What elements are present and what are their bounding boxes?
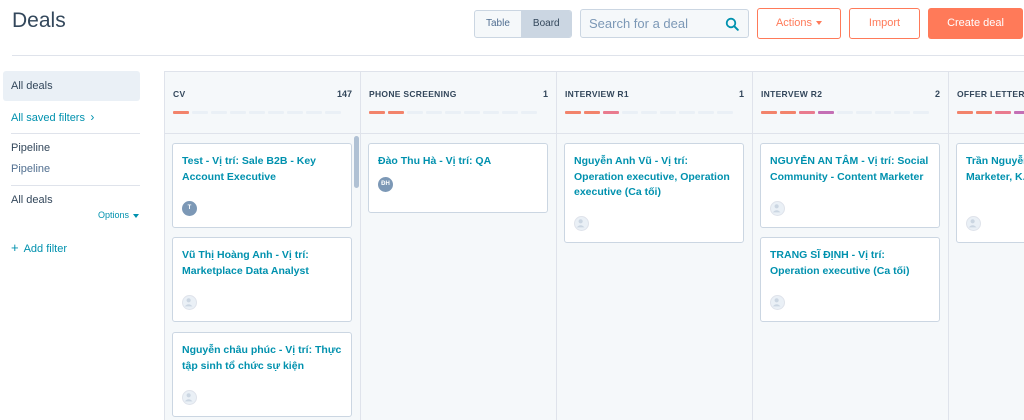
sidebar-item-all-deals[interactable]: All deals bbox=[3, 71, 140, 101]
deal-card[interactable]: Nguyễn châu phúc - Vị trí: Thực tập sinh… bbox=[172, 332, 352, 417]
deal-title[interactable]: Trần Nguyễn... Social Comm... Marketer, … bbox=[966, 154, 1024, 185]
column-scrollbar[interactable] bbox=[354, 136, 359, 188]
board-view-button[interactable]: Board bbox=[520, 11, 571, 37]
search-input[interactable] bbox=[581, 10, 716, 37]
all-saved-filters-link[interactable]: All saved filters › bbox=[11, 110, 94, 124]
deal-title[interactable]: Nguyễn châu phúc - Vị trí: Thực tập sinh… bbox=[182, 343, 342, 374]
board-column-interview-r2: INTERVEW R2 2 NGUYỄN AN TÂM - Vị trí: So… bbox=[753, 72, 949, 420]
search-box[interactable] bbox=[580, 9, 749, 38]
stage-progress-bar bbox=[957, 111, 1024, 114]
user-placeholder-icon bbox=[184, 393, 193, 402]
pipeline-heading: Pipeline bbox=[11, 142, 51, 154]
table-view-button[interactable]: Table bbox=[475, 11, 521, 37]
avatar bbox=[574, 216, 589, 231]
deals-filter-heading: All deals bbox=[11, 194, 53, 206]
column-count: 1 bbox=[738, 89, 744, 99]
avatar: T bbox=[182, 201, 197, 216]
deal-card[interactable]: Trần Nguyễn... Social Comm... Marketer, … bbox=[956, 143, 1024, 243]
stage-progress-bar bbox=[369, 111, 537, 114]
deal-title[interactable]: Nguyễn Anh Vũ - Vị trí: Operation execut… bbox=[574, 154, 734, 201]
avatar bbox=[770, 201, 785, 216]
column-count: 2 bbox=[934, 89, 940, 99]
deal-title[interactable]: NGUYỄN AN TÂM - Vị trí: Social Community… bbox=[770, 154, 930, 185]
stage-progress-bar bbox=[761, 111, 929, 114]
deal-card[interactable]: Test - Vị trí: Sale B2B - Key Account Ex… bbox=[172, 143, 352, 228]
column-count: 147 bbox=[336, 89, 352, 99]
column-header: CV 147 bbox=[165, 72, 360, 134]
avatar bbox=[770, 295, 785, 310]
header-divider bbox=[12, 55, 1024, 56]
chevron-right-icon: › bbox=[86, 110, 95, 124]
stage-progress-bar bbox=[173, 111, 341, 114]
sidebar-divider bbox=[11, 185, 140, 186]
deal-card[interactable]: Nguyễn Anh Vũ - Vị trí: Operation execut… bbox=[564, 143, 744, 243]
avatar: ĐH bbox=[378, 177, 393, 192]
deal-card[interactable]: TRANG SĨ ĐỊNH - Vị trí: Operation execut… bbox=[760, 237, 940, 322]
user-placeholder-icon bbox=[968, 219, 977, 228]
search-icon[interactable] bbox=[725, 17, 739, 31]
board-column-interview-r1: INTERVIEW R1 1 Nguyễn Anh Vũ - Vị trí: O… bbox=[557, 72, 753, 420]
column-title: INTERVEW R2 bbox=[761, 89, 823, 99]
avatar bbox=[182, 295, 197, 310]
deal-title[interactable]: Test - Vị trí: Sale B2B - Key Account Ex… bbox=[182, 154, 342, 185]
caret-down-icon bbox=[133, 213, 139, 218]
user-placeholder-icon bbox=[576, 219, 585, 228]
create-deal-button[interactable]: Create deal bbox=[928, 8, 1023, 39]
import-button[interactable]: Import bbox=[849, 8, 920, 39]
avatar bbox=[966, 216, 981, 231]
column-title: PHONE SCREENING bbox=[369, 89, 457, 99]
column-count: 1 bbox=[542, 89, 548, 99]
stage-progress-bar bbox=[565, 111, 733, 114]
add-filter-button[interactable]: + Add filter bbox=[11, 240, 67, 255]
column-title: OFFER LETTER bbox=[957, 89, 1024, 99]
deal-title[interactable]: Đào Thu Hà - Vị trí: QA bbox=[378, 154, 538, 170]
column-header: OFFER LETTER bbox=[949, 72, 1024, 134]
deal-title[interactable]: TRANG SĨ ĐỊNH - Vị trí: Operation execut… bbox=[770, 248, 930, 279]
view-toggle[interactable]: Table Board bbox=[474, 10, 572, 38]
column-header: INTERVIEW R1 1 bbox=[557, 72, 752, 134]
avatar bbox=[182, 390, 197, 405]
page-title: Deals bbox=[12, 9, 66, 32]
actions-button[interactable]: Actions bbox=[757, 8, 841, 39]
caret-down-icon bbox=[816, 21, 823, 26]
column-header: PHONE SCREENING 1 bbox=[361, 72, 556, 134]
actions-label: Actions bbox=[775, 17, 813, 29]
options-dropdown[interactable]: Options bbox=[98, 210, 139, 220]
sidebar: All deals All saved filters › Pipeline P… bbox=[0, 71, 145, 255]
sidebar-divider bbox=[11, 133, 140, 134]
column-title: INTERVIEW R1 bbox=[565, 89, 629, 99]
deal-card[interactable]: Vũ Thị Hoàng Anh - Vị trí: Marketplace D… bbox=[172, 237, 352, 322]
column-header: INTERVEW R2 2 bbox=[753, 72, 948, 134]
column-title: CV bbox=[173, 89, 186, 99]
all-saved-filters-label: All saved filters bbox=[11, 112, 85, 124]
add-filter-label: Add filter bbox=[23, 243, 68, 255]
board-column-cv: CV 147 Test - Vị trí: Sale B2B - Key Acc… bbox=[165, 72, 361, 420]
options-label: Options bbox=[97, 210, 129, 220]
user-placeholder-icon bbox=[772, 204, 781, 213]
plus-icon: + bbox=[11, 240, 19, 255]
user-placeholder-icon bbox=[184, 298, 193, 307]
user-placeholder-icon bbox=[772, 298, 781, 307]
board-column-phone-screening: PHONE SCREENING 1 Đào Thu Hà - Vị trí: Q… bbox=[361, 72, 557, 420]
deal-title[interactable]: Vũ Thị Hoàng Anh - Vị trí: Marketplace D… bbox=[182, 248, 342, 279]
deal-card[interactable]: Đào Thu Hà - Vị trí: QA ĐH bbox=[368, 143, 548, 213]
pipeline-selector[interactable]: Pipeline bbox=[11, 163, 50, 175]
deals-board: CV 147 Test - Vị trí: Sale B2B - Key Acc… bbox=[164, 71, 1024, 420]
board-column-offer-letter: OFFER LETTER Trần Nguyễn... Social Comm.… bbox=[949, 72, 1024, 420]
deal-card[interactable]: NGUYỄN AN TÂM - Vị trí: Social Community… bbox=[760, 143, 940, 228]
